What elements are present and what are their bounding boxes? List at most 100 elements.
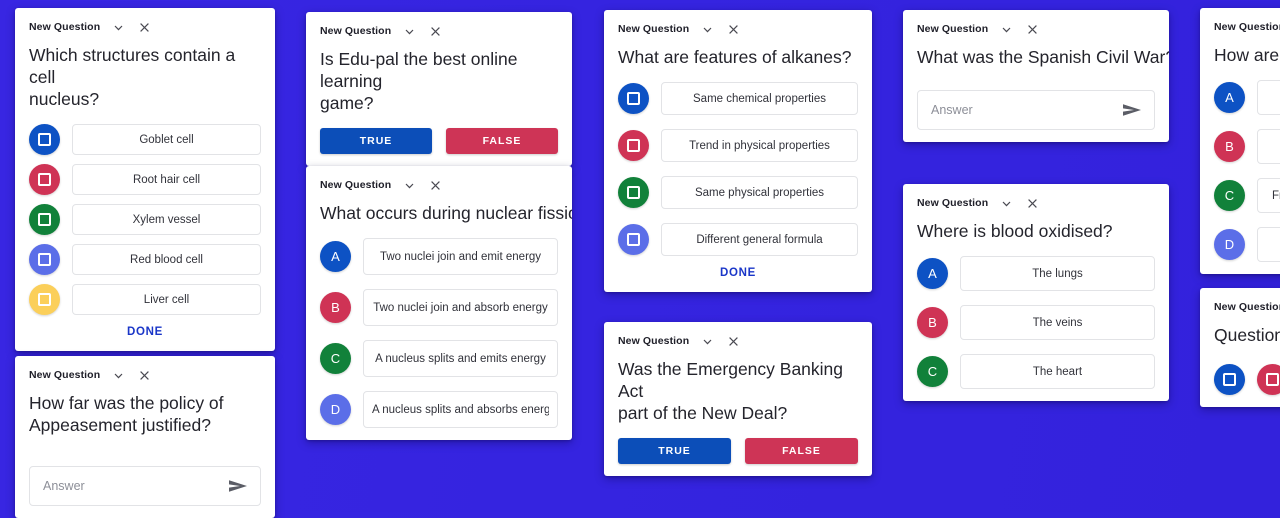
option-label-box[interactable] [1257, 129, 1280, 165]
true-button[interactable]: TRUE [618, 438, 731, 465]
option-letter-badge[interactable]: D [1214, 229, 1245, 261]
option-row[interactable]: B The veins [917, 305, 1155, 341]
option-row[interactable]: Same physical properties [618, 176, 858, 210]
send-icon[interactable] [228, 478, 248, 494]
option-label-box[interactable]: Same physical properties [661, 176, 858, 210]
option-row[interactable]: Liver cell [29, 284, 261, 316]
option-letter-badge[interactable]: B [917, 307, 948, 339]
option-letter-badge[interactable]: B [1214, 131, 1245, 163]
chevron-down-icon[interactable] [699, 333, 715, 349]
close-icon[interactable] [1024, 195, 1040, 211]
option-checkbox-badge[interactable] [618, 130, 649, 162]
option-letter-badge[interactable]: A [320, 241, 351, 273]
close-icon[interactable] [136, 19, 152, 35]
question-card-alkanes[interactable]: New Question What are features of alkane… [604, 10, 872, 293]
question-card-spanish-civil-war[interactable]: New Question What was the Spanish Civil … [903, 10, 1169, 143]
option-letter-badge[interactable]: B [320, 292, 351, 324]
option-label-box[interactable]: Two nuclei join and absorb energy [363, 289, 558, 327]
chevron-down-icon[interactable] [699, 21, 715, 37]
option-label-box[interactable] [1257, 227, 1280, 263]
true-button[interactable]: TRUE [320, 128, 432, 155]
card-header-title: New Question [917, 23, 989, 35]
option-letter: A [1225, 90, 1234, 106]
option-label-box[interactable] [1257, 80, 1280, 116]
done-button[interactable]: DONE [618, 256, 858, 280]
option-row[interactable]: C Fr [1214, 178, 1280, 214]
option-row[interactable]: C The heart [917, 354, 1155, 390]
option-checkbox-badge[interactable] [29, 164, 60, 196]
option-row[interactable]: C A nucleus splits and emits energy [320, 340, 558, 378]
close-icon[interactable] [136, 367, 152, 383]
chevron-down-icon[interactable] [998, 195, 1014, 211]
chevron-down-icon[interactable] [401, 23, 417, 39]
option-label-box[interactable]: Two nuclei join and emit energy [363, 238, 558, 276]
answer-input[interactable]: Answer [917, 90, 1155, 131]
option-checkbox-badge[interactable] [618, 177, 649, 209]
chevron-down-icon[interactable] [110, 367, 126, 383]
option-checkbox-badge[interactable] [29, 244, 60, 276]
option-checkbox-badge[interactable] [1257, 364, 1280, 396]
option-row[interactable]: Root hair cell [29, 164, 261, 196]
option-row[interactable]: Different general formula [618, 223, 858, 257]
question-card-question-partial[interactable]: New Question Question [1200, 288, 1280, 408]
chevron-down-icon[interactable] [998, 21, 1014, 37]
question-card-nuclear-fission[interactable]: New Question What occurs during nuclear … [306, 166, 572, 441]
option-row[interactable]: B Two nuclei join and absorb energy [320, 289, 558, 327]
option-label-box[interactable]: Same chemical properties [661, 82, 858, 116]
question-card-cell-nucleus[interactable]: New Question Which structures contain a … [15, 8, 275, 352]
option-label-box[interactable]: Xylem vessel [72, 204, 261, 236]
false-button[interactable]: FALSE [745, 438, 858, 465]
option-label-box[interactable]: The heart [960, 354, 1155, 390]
question-card-blood-oxidised[interactable]: New Question Where is blood oxidised? A … [903, 184, 1169, 402]
option-row[interactable]: Xylem vessel [29, 204, 261, 236]
chevron-down-icon[interactable] [401, 177, 417, 193]
option-label-box[interactable]: The lungs [960, 256, 1155, 292]
option-label-box[interactable]: The veins [960, 305, 1155, 341]
option-label-box[interactable]: Red blood cell [72, 244, 261, 276]
option-letter-badge[interactable]: C [320, 343, 351, 375]
option-row[interactable]: Goblet cell [29, 124, 261, 156]
close-icon[interactable] [725, 21, 741, 37]
option-letter-badge[interactable]: C [917, 356, 948, 388]
option-letter-badge[interactable]: A [917, 258, 948, 290]
option-row[interactable]: A The lungs [917, 256, 1155, 292]
option-checkbox-badge[interactable] [29, 284, 60, 316]
option-checkbox-badge[interactable] [29, 204, 60, 236]
option-letter-badge[interactable]: D [320, 394, 351, 426]
option-letter-badge[interactable]: C [1214, 180, 1245, 212]
option-checkbox-badge[interactable] [618, 83, 649, 115]
option-row[interactable]: Trend in physical properties [618, 129, 858, 163]
question-card-edu-pal[interactable]: New Question Is Edu-pal the best online … [306, 12, 572, 167]
done-button[interactable]: DONE [29, 315, 261, 339]
option-row[interactable]: D [1214, 227, 1280, 263]
option-checkbox-badge[interactable] [618, 224, 649, 256]
option-row[interactable]: B [1214, 129, 1280, 165]
close-icon[interactable] [427, 177, 443, 193]
option-label-box[interactable]: Root hair cell [72, 164, 261, 196]
option-row[interactable]: Same chemical properties [618, 82, 858, 116]
answer-input[interactable]: Answer [29, 466, 261, 507]
send-icon[interactable] [1122, 102, 1142, 118]
option-label-box[interactable]: Fr [1257, 178, 1280, 214]
close-icon[interactable] [1024, 21, 1040, 37]
option-label-box[interactable]: Trend in physical properties [661, 129, 858, 163]
question-card-how-are-a[interactable]: New Question How are a A B [1200, 8, 1280, 275]
chevron-down-icon[interactable] [110, 19, 126, 35]
option-checkbox-badge[interactable] [1214, 364, 1245, 396]
option-row[interactable]: A Two nuclei join and emit energy [320, 238, 558, 276]
option-letter-badge[interactable]: A [1214, 82, 1245, 114]
close-icon[interactable] [427, 23, 443, 39]
option-label-box[interactable]: Different general formula [661, 223, 858, 257]
option-label-box[interactable]: A nucleus splits and absorbs energy [363, 391, 558, 429]
option-label-box[interactable]: Liver cell [72, 284, 261, 316]
option-row[interactable]: D A nucleus splits and absorbs energy [320, 391, 558, 429]
option-checkbox-badge[interactable] [29, 124, 60, 156]
option-row[interactable]: Red blood cell [29, 244, 261, 276]
option-label-box[interactable]: A nucleus splits and emits energy [363, 340, 558, 378]
close-icon[interactable] [725, 333, 741, 349]
false-button[interactable]: FALSE [446, 128, 558, 155]
question-card-emergency-banking-act[interactable]: New Question Was the Emergency Banking A… [604, 322, 872, 477]
option-row[interactable]: A [1214, 80, 1280, 116]
question-card-appeasement[interactable]: New Question How far was the policy of A… [15, 356, 275, 518]
option-label-box[interactable]: Goblet cell [72, 124, 261, 156]
